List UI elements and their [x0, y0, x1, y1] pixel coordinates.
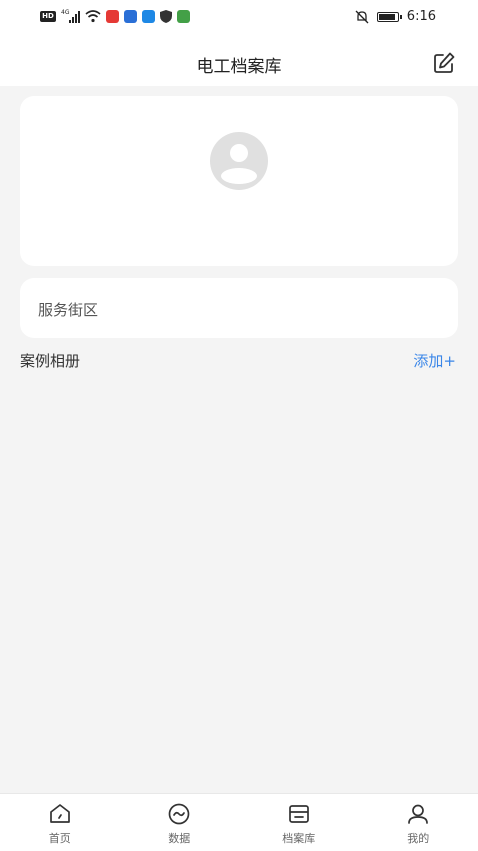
network-type-label: 4G: [61, 9, 69, 16]
avatar-placeholder-icon[interactable]: [203, 132, 275, 190]
add-album-button[interactable]: 添加+: [413, 350, 456, 371]
signal-icon: 4G: [61, 11, 80, 23]
page-title: 电工档案库: [0, 52, 478, 77]
tab-label: 数据: [120, 830, 240, 846]
avatar-card[interactable]: [20, 96, 458, 266]
tab-home[interactable]: 首页: [0, 794, 120, 851]
status-right-icons: 6:16: [355, 9, 436, 24]
album-header: 案例相册 添加+: [20, 350, 458, 372]
status-left-icons: HD 4G: [40, 10, 190, 23]
status-bar: HD 4G 6:16: [0, 0, 478, 38]
tab-label: 档案库: [239, 830, 359, 846]
app-notification-blue2-icon: [142, 10, 155, 23]
archive-icon: [287, 802, 311, 826]
hd-badge: HD: [40, 11, 56, 22]
profile-name: 服务街区: [38, 299, 98, 320]
bottom-tab-bar: 首页 数据 档案库 我的: [0, 793, 478, 851]
battery-icon: [377, 12, 399, 22]
profile-icon: [406, 802, 430, 826]
album-title: 案例相册: [20, 350, 80, 371]
wifi-icon: [85, 10, 101, 23]
bell-off-icon: [355, 10, 369, 24]
edit-button[interactable]: [432, 51, 456, 75]
tab-label: 首页: [0, 830, 120, 846]
name-card[interactable]: 服务街区: [20, 278, 458, 338]
data-icon: [167, 802, 191, 826]
app-notification-blue-icon: [124, 10, 137, 23]
tab-data[interactable]: 数据: [120, 794, 240, 851]
tab-archive[interactable]: 档案库: [239, 794, 359, 851]
clock: 6:16: [407, 9, 436, 24]
tab-label: 我的: [359, 830, 478, 846]
app-notification-red-icon: [106, 10, 119, 23]
home-icon: [48, 802, 72, 826]
shield-icon: [160, 10, 172, 23]
tab-profile[interactable]: 我的: [359, 794, 478, 851]
app-notification-green-icon: [177, 10, 190, 23]
nav-bar: 电工档案库: [0, 38, 478, 86]
